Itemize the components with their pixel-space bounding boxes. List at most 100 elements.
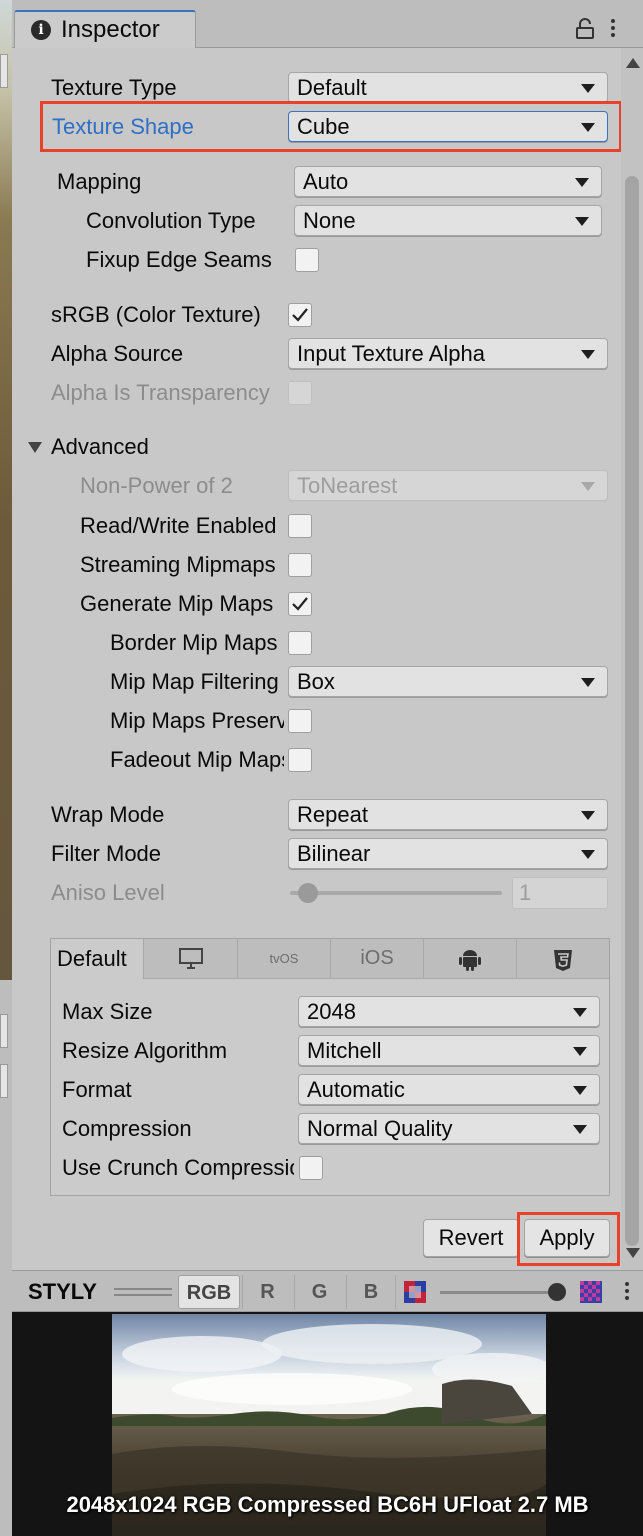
tab-label: iOS [360, 947, 394, 969]
dropdown-value: 2048 [307, 999, 356, 1024]
compression-dropdown[interactable]: Normal Quality [298, 1113, 600, 1144]
border-mip-maps-label: Border Mip Maps [110, 630, 278, 655]
mip-map-filtering-dropdown[interactable]: Box [288, 666, 608, 697]
tab-platform-standalone[interactable] [144, 939, 238, 979]
apply-button[interactable]: Apply [524, 1219, 610, 1257]
filter-mode-dropdown[interactable]: Bilinear [288, 838, 608, 869]
tab-platform-default[interactable]: Default [51, 939, 144, 979]
dropdown-value: Input Texture Alpha [297, 341, 485, 366]
checkmark-icon [292, 597, 308, 611]
fadeout-mip-maps-label: Fadeout Mip Maps [110, 747, 284, 772]
dropdown-value: None [303, 208, 356, 233]
texture-info-text: 2048x1024 RGB Compressed BC6H UFloat 2.7… [66, 1492, 589, 1517]
channel-b-button[interactable]: B [346, 1275, 396, 1309]
scroll-down-arrow-icon[interactable] [626, 1248, 640, 1258]
mip-slider-thumb[interactable] [548, 1283, 566, 1301]
scene-toolbar-button[interactable] [0, 1064, 8, 1098]
tab-label: Default [57, 946, 127, 971]
tab-title: Inspector [61, 16, 160, 43]
tab-platform-webgl[interactable] [517, 939, 609, 979]
tab-platform-ios[interactable]: iOS [331, 939, 424, 979]
srgb-label: sRGB (Color Texture) [51, 302, 261, 327]
resize-algorithm-label: Resize Algorithm [62, 1038, 228, 1063]
max-size-dropdown[interactable]: 2048 [298, 996, 600, 1027]
fixup-edge-seams-checkbox[interactable] [295, 248, 319, 272]
platform-settings-box: Default tvOS iOS Max Size 2048 Resize Al… [50, 938, 610, 1196]
convolution-type-dropdown[interactable]: None [294, 205, 602, 236]
chevron-down-icon [573, 1086, 587, 1095]
dropdown-value: Default [297, 75, 367, 100]
chevron-down-icon [581, 850, 595, 859]
tab-label: tvOS [269, 951, 299, 966]
scene-toolbar-button[interactable] [0, 54, 8, 88]
non-power-of-2-dropdown[interactable]: ToNearest [288, 470, 608, 501]
scroll-up-arrow-icon[interactable] [626, 58, 640, 68]
non-power-of-2-label: Non-Power of 2 [80, 473, 233, 498]
vertical-scrollbar[interactable] [621, 48, 643, 1270]
inspector-tab-bar: i Inspector [12, 0, 643, 48]
use-crunch-label: Use Crunch Compression [62, 1155, 294, 1180]
scrollbar-thumb[interactable] [625, 176, 639, 1246]
generate-mip-maps-checkbox[interactable] [288, 592, 312, 616]
channel-r-button[interactable]: R [242, 1275, 292, 1309]
use-crunch-checkbox[interactable] [299, 1156, 323, 1180]
mip-slider-track[interactable] [440, 1291, 558, 1294]
advanced-foldout-label[interactable]: Advanced [51, 432, 149, 462]
chevron-down-icon [575, 217, 589, 226]
alpha-source-dropdown[interactable]: Input Texture Alpha [288, 338, 608, 369]
chevron-down-icon [581, 123, 595, 132]
dropdown-value: Cube [297, 114, 350, 139]
filter-mode-label: Filter Mode [51, 841, 162, 866]
dropdown-value: Repeat [297, 802, 368, 827]
tab-platform-android[interactable] [424, 939, 517, 979]
border-mip-maps-checkbox[interactable] [288, 631, 312, 655]
chevron-down-icon [575, 178, 589, 187]
revert-button[interactable]: Revert [423, 1219, 519, 1257]
format-dropdown[interactable]: Automatic [298, 1074, 600, 1105]
chevron-down-icon [573, 1008, 587, 1017]
aniso-slider-track[interactable] [290, 891, 502, 895]
aniso-level-field[interactable]: 1 [512, 877, 608, 909]
dropdown-value: Mitchell [307, 1038, 382, 1063]
preview-menu-icon[interactable] [624, 1279, 630, 1303]
alpha-is-transparency-checkbox[interactable] [288, 381, 312, 405]
resize-algorithm-dropdown[interactable]: Mitchell [298, 1035, 600, 1066]
android-icon [459, 949, 481, 971]
texture-shape-label: Texture Shape [52, 114, 194, 139]
read-write-label: Read/Write Enabled [80, 513, 277, 538]
channel-g-button[interactable]: G [294, 1275, 344, 1309]
texture-shape-dropdown[interactable]: Cube [288, 111, 608, 142]
mapping-label: Mapping [57, 169, 142, 194]
texture-type-dropdown[interactable]: Default [288, 72, 608, 103]
chevron-down-icon [581, 482, 595, 491]
lock-icon[interactable] [575, 18, 595, 40]
texture-type-label: Texture Type [51, 75, 177, 100]
dropdown-value: Auto [303, 169, 349, 194]
srgb-checkbox[interactable] [288, 303, 312, 327]
chevron-down-icon [573, 1047, 587, 1056]
channel-rgb-button[interactable]: RGB [178, 1275, 240, 1309]
fadeout-mip-maps-checkbox[interactable] [288, 748, 312, 772]
streaming-mipmaps-checkbox[interactable] [288, 553, 312, 577]
scene-view-edge [0, 0, 12, 1536]
alpha-source-label: Alpha Source [51, 341, 184, 366]
aniso-slider-thumb[interactable] [298, 883, 318, 903]
checkmark-icon [292, 308, 308, 322]
wrap-mode-label: Wrap Mode [51, 802, 165, 827]
tab-platform-tvos[interactable]: tvOS [238, 939, 331, 979]
foldout-arrow-icon[interactable] [28, 442, 42, 453]
wrap-mode-dropdown[interactable]: Repeat [288, 799, 608, 830]
chevron-down-icon [573, 1125, 587, 1134]
drag-handle-icon[interactable] [114, 1288, 172, 1296]
mip-low-icon [404, 1281, 426, 1303]
scene-toolbar-button[interactable] [0, 1014, 8, 1048]
format-label: Format [62, 1077, 132, 1102]
kebab-menu-icon[interactable] [608, 16, 618, 42]
mapping-dropdown[interactable]: Auto [294, 166, 602, 197]
tab-inspector[interactable]: i Inspector [14, 10, 196, 48]
mip-high-icon [580, 1281, 602, 1303]
read-write-checkbox[interactable] [288, 514, 312, 538]
texture-preview-area: 2048x1024 RGB Compressed BC6H UFloat 2.7… [12, 1312, 643, 1536]
mip-map-filtering-label: Mip Map Filtering [110, 669, 279, 694]
mip-maps-preserve-coverage-checkbox[interactable] [288, 709, 312, 733]
